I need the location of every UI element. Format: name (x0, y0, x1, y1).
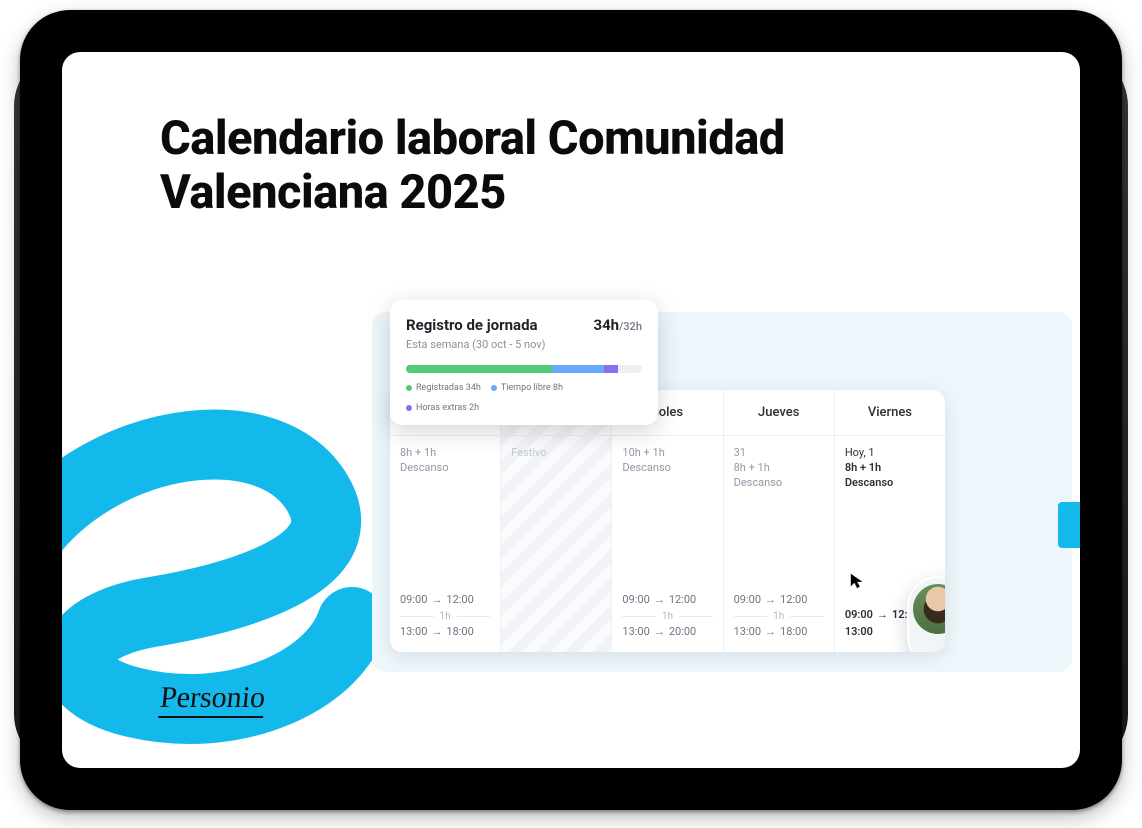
bar-segment-free (552, 365, 604, 373)
day-summary: 8h + 1h Descanso (390, 436, 500, 490)
day-times: 09:00→12:00 1h 13:00→18:00 (724, 584, 834, 652)
day-summary: 10h + 1h Descanso (612, 436, 722, 490)
time-tracker-card: Registro de jornada 34h/32h Esta semana … (390, 300, 658, 425)
legend-item: Registradas 34h (406, 383, 481, 393)
week-calendar-card: 8h + 1h Descanso 09:00→12:00 1h 13:00→18… (390, 390, 945, 652)
tracker-legend: Registradas 34h Tiempo libre 8h Horas ex… (406, 383, 642, 413)
day-column-mon: 8h + 1h Descanso 09:00→12:00 1h 13:00→18… (390, 390, 500, 652)
screen: Calendario laboral Comunidad Valenciana … (62, 52, 1080, 768)
legend-item: Horas extras 2h (406, 403, 479, 413)
day-header: Viernes (835, 390, 945, 436)
bar-segment-extra (604, 365, 618, 373)
day-summary: 31 8h + 1h Descanso (724, 436, 834, 505)
side-accent-tab (1058, 502, 1080, 548)
legend-item: Tiempo libre 8h (491, 383, 563, 393)
tracker-hours: 34h/32h (593, 316, 642, 334)
tracker-subtitle: Esta semana (30 oct - 5 nov) (406, 338, 642, 351)
day-header: Jueves (724, 390, 834, 436)
tablet-frame: Calendario laboral Comunidad Valenciana … (20, 10, 1122, 810)
day-summary: Festivo (501, 436, 611, 475)
cursor-icon (849, 572, 867, 590)
day-column-thu: Jueves 31 8h + 1h Descanso 09:00→12:00 1… (723, 390, 834, 652)
day-times: 09:00→12:00 1h 13:00→20:00 (612, 584, 722, 652)
bar-segment-registered (406, 365, 552, 373)
avatar (913, 584, 945, 634)
page-title: Calendario laboral Comunidad Valenciana … (160, 112, 940, 220)
tracker-title: Registro de jornada (406, 316, 538, 334)
day-summary: Hoy, 1 8h + 1h Descanso (835, 436, 945, 505)
avatar-pill (907, 576, 945, 652)
day-column-tue-holiday: Festivo (500, 390, 611, 652)
brand-logo: Personio (158, 681, 267, 718)
day-column-wed: coles 10h + 1h Descanso 09:00→12:00 1h 1… (611, 390, 722, 652)
tracker-progress-bar (406, 365, 642, 373)
feature-panel: 8h + 1h Descanso 09:00→12:00 1h 13:00→18… (372, 312, 1072, 672)
day-times: 09:00→12:00 1h 13:00→18:00 (390, 584, 500, 652)
